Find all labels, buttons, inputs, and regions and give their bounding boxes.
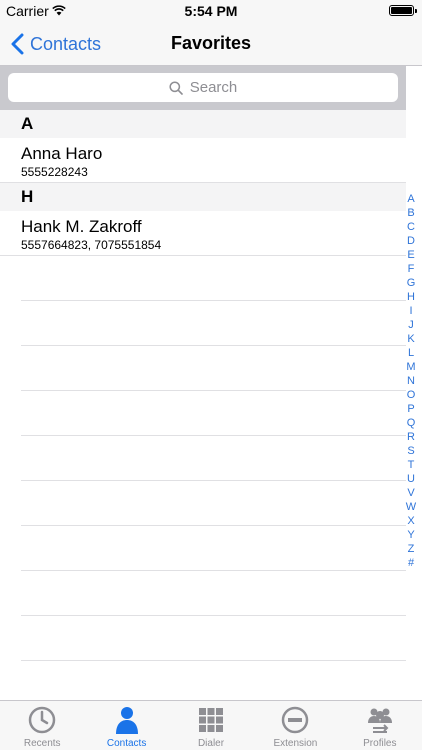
index-letter[interactable]: Z — [408, 542, 415, 556]
tab-label: Profiles — [363, 738, 397, 749]
index-letter[interactable]: H — [407, 290, 415, 304]
battery-icon — [389, 5, 417, 16]
index-letter[interactable]: D — [407, 234, 415, 248]
empty-row — [21, 391, 406, 436]
section-header-h: H — [0, 183, 406, 211]
index-letter[interactable]: L — [408, 346, 414, 360]
empty-row — [21, 481, 406, 526]
navigation-bar: Contacts Favorites — [0, 22, 422, 66]
index-letter[interactable]: Q — [407, 416, 416, 430]
index-letter[interactable]: Y — [407, 528, 414, 542]
search-icon — [169, 80, 183, 95]
tab-recents[interactable]: Recents — [0, 701, 84, 750]
index-letter[interactable]: W — [406, 500, 416, 514]
index-letter[interactable]: F — [408, 262, 415, 276]
empty-row — [21, 436, 406, 481]
index-letter[interactable]: P — [407, 402, 414, 416]
section-index[interactable]: A B C D E F G H I J K L M N O P Q R S T U V W X Y Z # — [404, 192, 418, 570]
index-letter[interactable]: R — [407, 430, 415, 444]
tab-label: Extension — [273, 738, 318, 749]
empty-row — [21, 301, 406, 346]
index-letter[interactable]: A — [407, 192, 414, 206]
index-letter[interactable]: T — [408, 458, 415, 472]
tab-label: Contacts — [106, 738, 147, 749]
empty-row — [21, 571, 406, 616]
tab-bar: Recents Contacts Dialer Extension Profil… — [0, 700, 422, 750]
tab-extension[interactable]: Extension — [253, 701, 337, 750]
index-letter[interactable]: O — [407, 388, 416, 402]
index-letter[interactable]: # — [408, 556, 414, 570]
index-letter[interactable]: X — [407, 514, 414, 528]
person-icon — [115, 707, 138, 734]
search-placeholder: Search — [189, 79, 238, 96]
index-letter[interactable]: C — [407, 220, 415, 234]
contact-name: Hank M. Zakroff — [21, 217, 142, 236]
index-letter[interactable]: K — [407, 332, 414, 346]
empty-row — [21, 256, 406, 301]
tab-dialer[interactable]: Dialer — [169, 701, 253, 750]
index-letter[interactable]: E — [407, 248, 414, 262]
index-letter[interactable]: G — [407, 276, 416, 290]
keypad-icon — [199, 708, 224, 732]
tab-contacts[interactable]: Contacts — [84, 701, 168, 750]
contact-list: A Anna Haro 5555228243 H Hank M. Zakroff… — [0, 110, 406, 661]
empty-row — [21, 346, 406, 391]
empty-row — [21, 526, 406, 571]
contact-row-hank-zakroff[interactable]: Hank M. Zakroff 5557664823, 7075551854 — [0, 211, 406, 256]
index-letter[interactable]: U — [407, 472, 415, 486]
contact-phone: 5555228243 — [21, 165, 88, 179]
index-letter[interactable]: J — [408, 318, 414, 332]
search-bar: Search — [0, 66, 406, 110]
index-letter[interactable]: M — [406, 360, 415, 374]
profiles-icon — [367, 708, 392, 733]
clock-icon — [28, 706, 56, 734]
search-input[interactable]: Search — [8, 73, 398, 102]
index-letter[interactable]: I — [409, 304, 412, 318]
index-letter[interactable]: V — [407, 486, 414, 500]
index-letter[interactable]: S — [407, 444, 414, 458]
minus-circle-icon — [282, 706, 309, 734]
contact-phone: 5557664823, 7075551854 — [21, 238, 162, 252]
index-letter[interactable]: B — [407, 206, 414, 220]
tab-label: Recents — [23, 738, 61, 749]
contact-name: Anna Haro — [21, 144, 103, 163]
index-letter[interactable]: N — [407, 374, 415, 388]
empty-row — [21, 616, 406, 661]
section-header-a: A — [0, 110, 406, 138]
page-title: Favorites — [170, 33, 252, 53]
status-bar: Carrier 5:54 PM — [0, 0, 422, 22]
tab-profiles[interactable]: Profiles — [338, 701, 422, 750]
status-time: 5:54 PM — [184, 3, 238, 19]
tab-label: Dialer — [197, 738, 225, 749]
contact-row-anna-haro[interactable]: Anna Haro 5555228243 — [0, 138, 406, 183]
